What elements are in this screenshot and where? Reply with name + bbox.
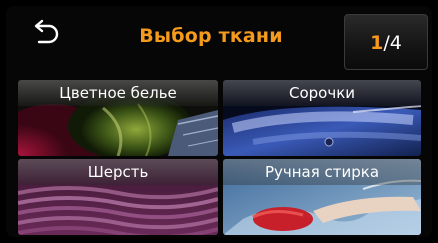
fabric-tile-wool[interactable]: Шерсть: [18, 159, 218, 235]
fabric-tile-label: Цветное белье: [18, 80, 218, 106]
fabric-tile-handwash[interactable]: Ручная стирка: [223, 159, 421, 235]
page-indicator[interactable]: 1/4: [344, 14, 428, 70]
page-title: Выбор ткани: [139, 25, 283, 47]
back-button[interactable]: [24, 14, 68, 50]
fabric-tile-colored[interactable]: Цветное белье: [18, 80, 218, 156]
page-total: 4: [389, 32, 402, 54]
fabric-tile-label: Сорочки: [223, 80, 421, 106]
page-current: 1: [370, 32, 384, 54]
display-frame: Выбор ткани 1/4 Цветное белье Сорочки Ше…: [6, 6, 432, 237]
fabric-tile-label: Шерсть: [18, 159, 218, 185]
screen: Выбор ткани 1/4 Цветное белье Сорочки Ше…: [0, 0, 438, 243]
header: Выбор ткани 1/4: [6, 6, 432, 76]
fabric-tile-shirts[interactable]: Сорочки: [223, 80, 421, 156]
back-arrow-icon: [34, 19, 59, 44]
fabric-tile-label: Ручная стирка: [223, 159, 421, 185]
